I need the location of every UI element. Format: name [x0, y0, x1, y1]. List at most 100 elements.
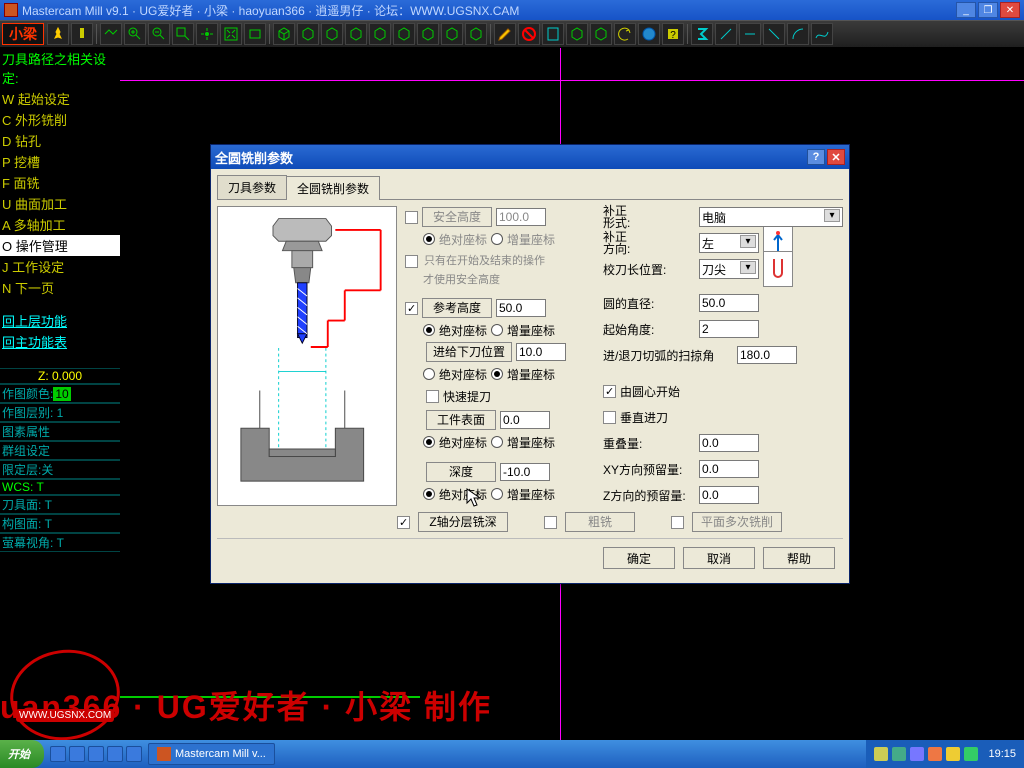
- z-layers-check[interactable]: [397, 516, 410, 529]
- logo-button[interactable]: 小梁: [2, 23, 44, 45]
- cube-b-icon[interactable]: [590, 23, 612, 45]
- ref-height-check[interactable]: [405, 302, 418, 315]
- cube-4-icon[interactable]: [345, 23, 367, 45]
- status-group[interactable]: 群组设定: [0, 441, 120, 460]
- menu-item-6[interactable]: A 多轴加工: [0, 214, 120, 235]
- calc-icon[interactable]: [542, 23, 564, 45]
- sigma-icon[interactable]: [691, 23, 713, 45]
- safe-inc-radio[interactable]: [491, 233, 503, 245]
- menu-item-8[interactable]: J 工作设定: [0, 256, 120, 277]
- safe-only-check[interactable]: [405, 255, 418, 268]
- tip-icon[interactable]: [763, 251, 793, 287]
- back-main-menu[interactable]: 回主功能表: [0, 331, 120, 352]
- rough-button[interactable]: 粗铣: [565, 512, 635, 532]
- status-wcs[interactable]: WCS: T: [0, 479, 120, 495]
- menu-item-2[interactable]: D 钻孔: [0, 130, 120, 151]
- safe-height-field[interactable]: [496, 208, 546, 226]
- restore-button[interactable]: ❐: [978, 2, 998, 18]
- tray-icon-4[interactable]: [928, 747, 942, 761]
- status-color[interactable]: 作图颜色:10: [0, 384, 120, 403]
- task-mastercam[interactable]: Mastercam Mill v...: [148, 743, 275, 765]
- cancel-button[interactable]: 取消: [683, 547, 755, 569]
- cube-9-icon[interactable]: [465, 23, 487, 45]
- globe-icon[interactable]: [638, 23, 660, 45]
- ref-inc-radio[interactable]: [491, 324, 503, 336]
- menu-item-1[interactable]: C 外形铣削: [0, 109, 120, 130]
- start-angle-field[interactable]: [699, 320, 759, 338]
- line3-icon[interactable]: [763, 23, 785, 45]
- status-layer[interactable]: 作图层别: 1: [0, 403, 120, 422]
- rough-check[interactable]: [544, 516, 557, 529]
- tray-icon-5[interactable]: [946, 747, 960, 761]
- feed-inc-radio[interactable]: [491, 368, 503, 380]
- status-attr[interactable]: 图素属性: [0, 422, 120, 441]
- tray-icon-2[interactable]: [892, 747, 906, 761]
- run-man-icon[interactable]: [47, 23, 69, 45]
- perp-feed-check[interactable]: [603, 411, 616, 424]
- cube-8-icon[interactable]: [441, 23, 463, 45]
- feed-down-field[interactable]: [516, 343, 566, 361]
- depth-abs-radio[interactable]: [423, 488, 435, 500]
- spline-icon[interactable]: [811, 23, 833, 45]
- arc-icon[interactable]: [787, 23, 809, 45]
- z-layers-button[interactable]: Z轴分层铣深: [418, 512, 508, 532]
- ref-abs-radio[interactable]: [423, 324, 435, 336]
- fit-icon[interactable]: [220, 23, 242, 45]
- tray-icon-3[interactable]: [910, 747, 924, 761]
- cube-6-icon[interactable]: [393, 23, 415, 45]
- depth-field[interactable]: [500, 463, 550, 481]
- menu-item-5[interactable]: U 曲面加工: [0, 193, 120, 214]
- tool-icon[interactable]: [71, 23, 93, 45]
- sweep-field[interactable]: [737, 346, 797, 364]
- overlap-field[interactable]: [699, 434, 759, 452]
- pencil-icon[interactable]: [494, 23, 516, 45]
- status-view[interactable]: 萤幕视角: T: [0, 533, 120, 552]
- zoom-in-icon[interactable]: [124, 23, 146, 45]
- cube-2-icon[interactable]: [297, 23, 319, 45]
- comp-dir-dropdown[interactable]: 左: [699, 233, 759, 253]
- zoom-window-icon[interactable]: [172, 23, 194, 45]
- ws-inc-radio[interactable]: [491, 436, 503, 448]
- zoom-out-icon[interactable]: [148, 23, 170, 45]
- work-surface-field[interactable]: [500, 411, 550, 429]
- cube-1-icon[interactable]: [273, 23, 295, 45]
- status-tool[interactable]: 刀具面: T: [0, 495, 120, 514]
- tray-icon-1[interactable]: [874, 747, 888, 761]
- help-button[interactable]: 帮助: [763, 547, 835, 569]
- undo-icon[interactable]: [614, 23, 636, 45]
- ql-icon-4[interactable]: [107, 746, 123, 762]
- xy-stock-field[interactable]: [699, 460, 759, 478]
- clock[interactable]: 19:15: [988, 748, 1016, 760]
- z-stock-field[interactable]: [699, 486, 759, 504]
- menu-item-0[interactable]: W 起始设定: [0, 88, 120, 109]
- center-start-check[interactable]: [603, 385, 616, 398]
- status-limit[interactable]: 限定层:关: [0, 460, 120, 479]
- safe-abs-radio[interactable]: [423, 233, 435, 245]
- depth-button[interactable]: 深度: [426, 462, 496, 482]
- rapid-retract-check[interactable]: [426, 390, 439, 403]
- menu-item-3[interactable]: P 挖槽: [0, 151, 120, 172]
- work-surface-button[interactable]: 工件表面: [426, 410, 496, 430]
- depth-inc-radio[interactable]: [491, 488, 503, 500]
- ref-height-button[interactable]: 参考高度: [422, 298, 492, 318]
- line2-icon[interactable]: [739, 23, 761, 45]
- ws-abs-radio[interactable]: [423, 436, 435, 448]
- cube-7-icon[interactable]: [417, 23, 439, 45]
- cube-a-icon[interactable]: [566, 23, 588, 45]
- comp-type-dropdown[interactable]: 电脑: [699, 207, 843, 227]
- menu-item-9[interactable]: N 下一页: [0, 277, 120, 298]
- line1-icon[interactable]: [715, 23, 737, 45]
- tab-tool-params[interactable]: 刀具参数: [217, 175, 287, 199]
- menu-item-7[interactable]: O 操作管理: [0, 235, 120, 256]
- start-button[interactable]: 开始: [0, 740, 44, 768]
- help-icon[interactable]: ?: [662, 23, 684, 45]
- tray-icon-6[interactable]: [964, 747, 978, 761]
- status-cons[interactable]: 构图面: T: [0, 514, 120, 533]
- dialog-titlebar[interactable]: 全圆铣削参数 ? ✕: [211, 145, 849, 169]
- ql-icon-1[interactable]: [50, 746, 66, 762]
- ql-icon-3[interactable]: [88, 746, 104, 762]
- ql-icon-5[interactable]: [126, 746, 142, 762]
- safe-height-button[interactable]: 安全高度: [422, 207, 492, 227]
- feed-down-button[interactable]: 进给下刀位置: [426, 342, 512, 362]
- minimize-button[interactable]: _: [956, 2, 976, 18]
